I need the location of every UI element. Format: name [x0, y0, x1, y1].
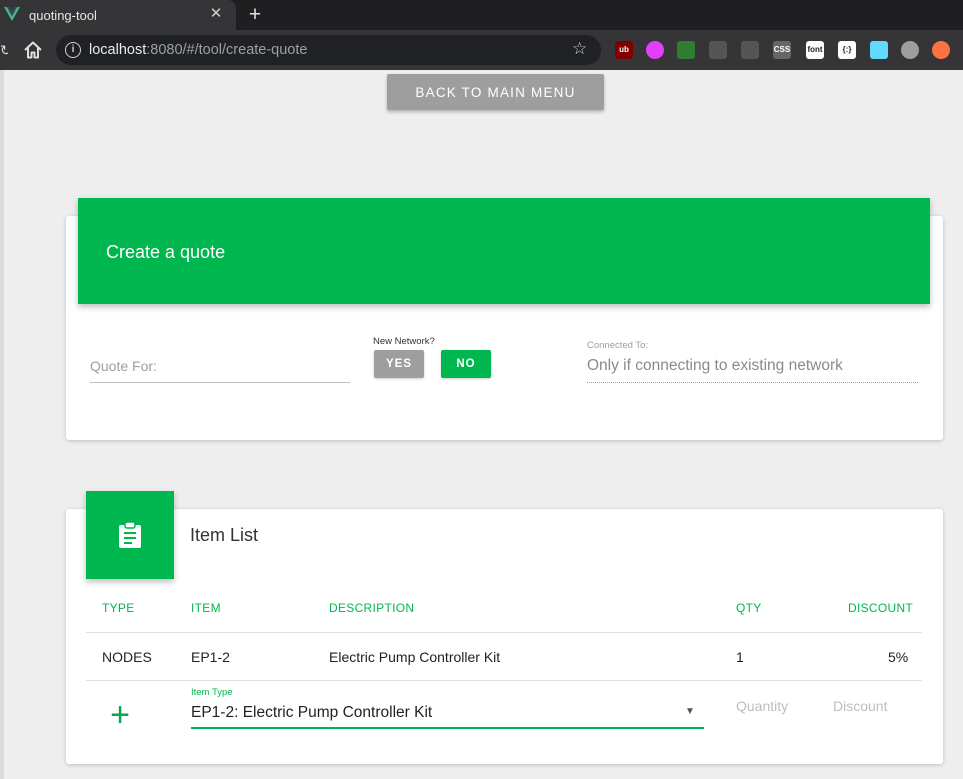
address-bar[interactable]: i localhost:8080/#/tool/create-quote ☆ — [56, 35, 601, 65]
item-type-select[interactable]: EP1-2: Electric Pump Controller Kit ▼ — [191, 702, 704, 729]
connected-to-label: Connected To: — [587, 340, 649, 351]
no-button[interactable]: NO — [441, 350, 491, 378]
quote-for-input[interactable]: Quote For: — [90, 358, 350, 383]
chat-extension-icon[interactable] — [901, 41, 919, 59]
clipboard-extension-icon[interactable] — [741, 41, 759, 59]
site-info-icon[interactable]: i — [65, 42, 81, 58]
item-type-value: EP1-2: Electric Pump Controller Kit — [191, 704, 433, 721]
font-extension-icon[interactable]: font — [806, 41, 824, 59]
quote-for-placeholder: Quote For: — [90, 358, 157, 374]
bookmark-star-icon[interactable]: ☆ — [572, 39, 587, 59]
connected-to-input[interactable]: Only if connecting to existing network — [587, 356, 918, 383]
tab-title: quoting-tool — [29, 8, 97, 23]
cell-type: NODES — [102, 649, 152, 665]
back-to-main-menu-button[interactable]: BACK TO MAIN MENU — [387, 74, 604, 110]
power-extension-icon[interactable] — [646, 41, 664, 59]
discount-input[interactable]: Discount — [833, 698, 887, 714]
column-header-type[interactable]: TYPE — [102, 601, 135, 615]
cell-description: Electric Pump Controller Kit — [329, 649, 501, 665]
item-type-label: Item Type — [191, 687, 233, 698]
quantity-input[interactable]: Quantity — [736, 698, 788, 714]
column-header-description[interactable]: DESCRIPTION — [329, 601, 414, 615]
connected-to-placeholder: Only if connecting to existing network — [587, 357, 843, 374]
create-quote-title: Create a quote — [106, 242, 226, 262]
home-icon[interactable] — [22, 39, 44, 61]
yes-button[interactable]: YES — [374, 350, 424, 378]
add-item-button[interactable]: + — [106, 698, 134, 732]
vue-logo-icon — [4, 7, 20, 21]
css-extension-icon[interactable]: CSS — [773, 41, 791, 59]
close-tab-icon[interactable]: ✕ — [207, 5, 225, 23]
column-header-qty[interactable]: QTY — [736, 601, 762, 615]
item-list-icon-box — [86, 491, 174, 579]
browser-tab-bar: quoting-tool ✕ + — [0, 0, 963, 30]
json-extension-icon[interactable]: {:} — [838, 41, 856, 59]
spy-extension-icon[interactable] — [677, 41, 695, 59]
reload-icon[interactable]: ↻ — [0, 42, 8, 58]
cell-item: EP1-2 — [191, 649, 230, 665]
react-extension-icon[interactable] — [870, 41, 888, 59]
url-text: localhost:8080/#/tool/create-quote — [89, 42, 308, 58]
new-tab-button[interactable]: + — [243, 3, 267, 27]
profile-extension-icon[interactable] — [932, 41, 950, 59]
column-header-discount[interactable]: DISCOUNT — [848, 601, 913, 615]
browser-tab[interactable]: quoting-tool ✕ — [0, 0, 236, 30]
table-row-divider — [86, 680, 922, 681]
create-quote-header: Create a quote — [78, 198, 930, 304]
cell-discount: 5% — [888, 649, 909, 665]
clipboard-icon — [119, 521, 141, 548]
page-left-edge — [0, 70, 4, 779]
cell-qty: 1 — [736, 649, 744, 665]
table-header-divider — [86, 632, 922, 633]
dropdown-caret-icon[interactable]: ▼ — [685, 706, 695, 717]
ublock-extension-icon[interactable]: ub — [615, 41, 633, 59]
new-network-label: New Network? — [373, 336, 435, 347]
sync-extension-icon[interactable] — [709, 41, 727, 59]
item-list-title: Item List — [190, 525, 259, 545]
browser-toolbar: ↻ i localhost:8080/#/tool/create-quote ☆… — [0, 30, 963, 70]
column-header-item[interactable]: ITEM — [191, 601, 221, 615]
